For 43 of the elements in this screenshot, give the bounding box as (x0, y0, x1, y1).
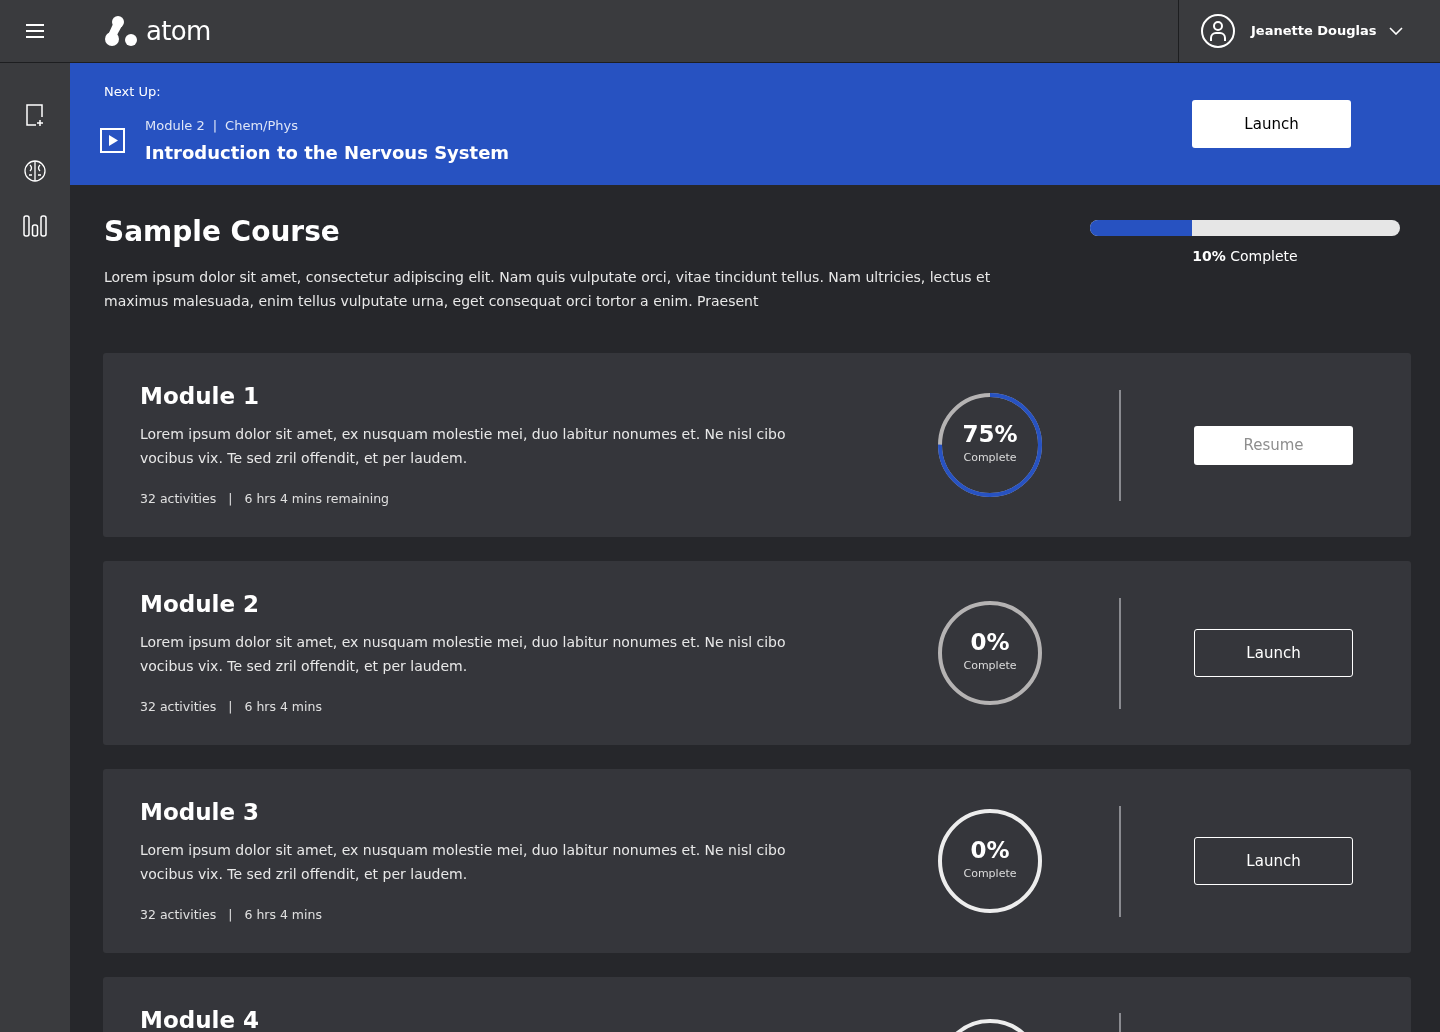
module-title: Module 3 (140, 798, 261, 827)
activities-count: 32 activities (140, 697, 217, 716)
launch-button[interactable]: Launch (1194, 837, 1353, 885)
next-up-label: Next Up: (104, 83, 162, 101)
logo-icon (104, 15, 138, 47)
logo-text: atom (146, 18, 211, 44)
activities-count: 32 activities (140, 489, 217, 508)
progress-label: 10% Complete (1192, 247, 1298, 266)
complete-label: Complete (963, 450, 1017, 467)
percent-value: 0% (970, 839, 1010, 863)
user-avatar-icon[interactable] (1201, 14, 1235, 48)
lesson-title: Introduction to the Nervous System (145, 141, 510, 165)
percent-value: 0% (970, 631, 1010, 655)
module-title: Module 2 (140, 590, 261, 619)
percent-value: 75% (962, 423, 1018, 447)
brain-icon[interactable] (24, 160, 46, 182)
separator: | (212, 116, 218, 135)
launch-button[interactable]: Launch (1194, 629, 1353, 677)
separator: | (228, 489, 233, 508)
separator: | (228, 697, 233, 716)
menu-icon[interactable] (26, 24, 44, 38)
complete-label: Complete (963, 866, 1017, 883)
activities-count: 32 activities (140, 905, 217, 924)
module-description: Lorem ipsum dolor sit amet, ex nusquam molestie mei, duo labitur nonumes et. Ne nisl cibo vocibus vix. Te sed zril offendit, et per laudem. (140, 840, 787, 884)
launch-button[interactable]: Launch (1192, 100, 1351, 148)
bar-chart-icon[interactable] (23, 215, 47, 237)
course-description: Lorem ipsum dolor sit amet, consectetur adipiscing elit. Nam quis vulputate orci, vitae tincidunt tellus. Nam ultricies, lectus et maximus malesuada, enim tellus vulputate urna, eget consequat orci tortor a enim. Praesent (104, 268, 992, 311)
course-title: Sample Course (104, 214, 341, 250)
play-icon[interactable] (100, 128, 125, 154)
complete-label: Complete (963, 658, 1017, 675)
time-remaining: 6 hrs 4 mins (244, 697, 322, 716)
add-page-icon[interactable] (24, 103, 46, 127)
user-menu-button[interactable]: Jeanette Douglas (1251, 21, 1403, 41)
time-remaining: 6 hrs 4 mins remaining (244, 489, 390, 508)
module-title: Module 4 (140, 1006, 261, 1032)
module-description: Lorem ipsum dolor sit amet, ex nusquam molestie mei, duo labitur nonumes et. Ne nisl cibo vocibus vix. Te sed zril offendit, et per laudem. (140, 632, 787, 676)
subject-label: Chem/Phys (225, 116, 298, 135)
separator: | (228, 905, 233, 924)
module-title: Module 1 (140, 382, 261, 411)
module-label: Module 2 (145, 116, 205, 135)
chevron-down-icon (1388, 27, 1403, 35)
time-remaining: 6 hrs 4 mins (244, 905, 322, 924)
module-description: Lorem ipsum dolor sit amet, ex nusquam molestie mei, duo labitur nonumes et. Ne nisl cibo vocibus vix. Te sed zril offendit, et per laudem. (140, 424, 787, 468)
